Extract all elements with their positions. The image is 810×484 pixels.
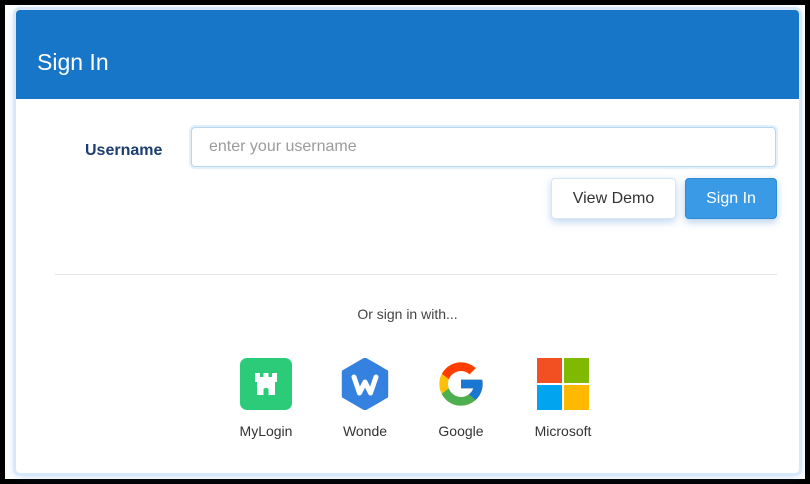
divider <box>55 274 777 275</box>
username-input[interactable] <box>191 127 776 167</box>
username-label: Username <box>85 142 163 159</box>
mylogin-icon <box>240 358 292 410</box>
page-frame: Sign In Username View Demo Sign In Or si… <box>5 5 805 479</box>
google-icon <box>439 362 483 406</box>
wonde-label: Wonde <box>342 423 388 439</box>
google-label: Google <box>438 423 484 439</box>
microsoft-icon <box>537 358 589 410</box>
wonde-icon <box>341 358 389 410</box>
wonde-provider-button[interactable]: Wonde <box>315 358 415 444</box>
sign-in-panel: Sign In Username View Demo Sign In Or si… <box>16 10 799 473</box>
sign-in-button[interactable]: Sign In <box>685 178 777 219</box>
view-demo-button[interactable]: View Demo <box>551 178 676 219</box>
mylogin-provider-button[interactable]: MyLogin <box>216 358 316 444</box>
microsoft-label: Microsoft <box>534 423 592 439</box>
panel-header: Sign In <box>16 10 799 99</box>
alt-signin-prompt: Or sign in with... <box>357 306 458 322</box>
panel-title: Sign In <box>37 49 109 75</box>
mylogin-label: MyLogin <box>239 423 293 439</box>
google-provider-button[interactable]: Google <box>411 358 511 444</box>
microsoft-provider-button[interactable]: Microsoft <box>513 358 613 444</box>
